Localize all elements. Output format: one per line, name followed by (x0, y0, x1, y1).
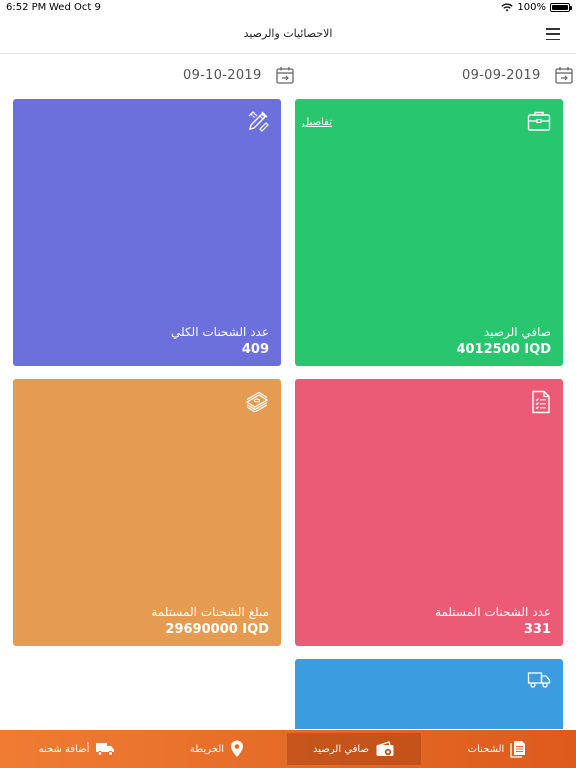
nav-balance[interactable]: صافي الرصيد (287, 733, 421, 765)
menu-icon[interactable] (546, 28, 560, 40)
money-stack-icon (245, 391, 269, 412)
nav-map[interactable]: الخريطة (150, 733, 284, 765)
document-icon (510, 741, 526, 758)
map-pin-icon (231, 740, 244, 757)
status-date: Wed Oct 9 (49, 2, 101, 13)
battery-percent: 100% (517, 2, 546, 13)
nav-shipments-label: الشحنات (467, 743, 505, 755)
balance-label: صافي الرصيد (483, 325, 551, 339)
balance-value: 4012500 IQD (456, 342, 551, 357)
truck-icon (96, 743, 115, 756)
details-link[interactable]: تفاصيل (302, 117, 332, 128)
total-shipments-card[interactable]: عدد الشحنات الكلي 409 (13, 99, 281, 366)
delivery-card[interactable] (295, 659, 563, 729)
date-to-picker[interactable]: 09-10-2019 (183, 65, 294, 85)
received-amount-value: 29690000 IQD (165, 622, 269, 637)
date-from-picker[interactable]: 09-09-2019 (462, 65, 573, 85)
nav-add-shipment[interactable]: أضافة شحنه (10, 733, 144, 765)
status-time: 6:52 PM (6, 2, 47, 13)
bottom-nav: الشحنات صافي الرصيد الخريطة أضافة شحنه (0, 730, 576, 768)
wallet-icon (376, 741, 394, 756)
truck-icon (527, 672, 551, 688)
balance-card[interactable]: تفاصيل صافي الرصيد 4012500 IQD (295, 99, 563, 366)
wifi-icon (501, 3, 514, 12)
received-count-card[interactable]: عدد الشحنات المستلمة 331 (295, 379, 563, 646)
page-title: الاحصائيات والرصيد (243, 27, 333, 40)
calendar-icon (554, 67, 573, 84)
nav-add-shipment-label: أضافة شحنه (38, 743, 90, 755)
nav-map-label: الخريطة (189, 743, 225, 755)
briefcase-icon (527, 111, 551, 131)
total-shipments-value: 409 (241, 342, 269, 357)
app-header: الاحصائيات والرصيد (0, 16, 576, 54)
total-shipments-label: عدد الشحنات الكلي (170, 325, 269, 339)
received-count-value: 331 (523, 622, 551, 637)
status-bar: 6:52 PM Wed Oct 9 100% (0, 0, 576, 16)
pen-ruler-icon (248, 111, 269, 132)
app-screen: 6:52 PM Wed Oct 9 100% الاحصائيات والرصي… (0, 0, 576, 768)
date-from-value: 09-09-2019 (462, 67, 541, 83)
nav-balance-label: صافي الرصيد (313, 743, 369, 755)
received-amount-card[interactable]: مبلغ الشحنات المستلمة 29690000 IQD (13, 379, 281, 646)
nav-shipments[interactable]: الشحنات (430, 733, 564, 765)
received-count-label: عدد الشحنات المستلمة (434, 605, 551, 619)
received-amount-label: مبلغ الشحنات المستلمة (151, 605, 269, 619)
status-right: 100% (501, 2, 572, 13)
date-to-value: 09-10-2019 (183, 67, 262, 83)
battery-icon (550, 3, 572, 12)
checklist-icon (532, 390, 550, 414)
calendar-icon (275, 67, 294, 84)
